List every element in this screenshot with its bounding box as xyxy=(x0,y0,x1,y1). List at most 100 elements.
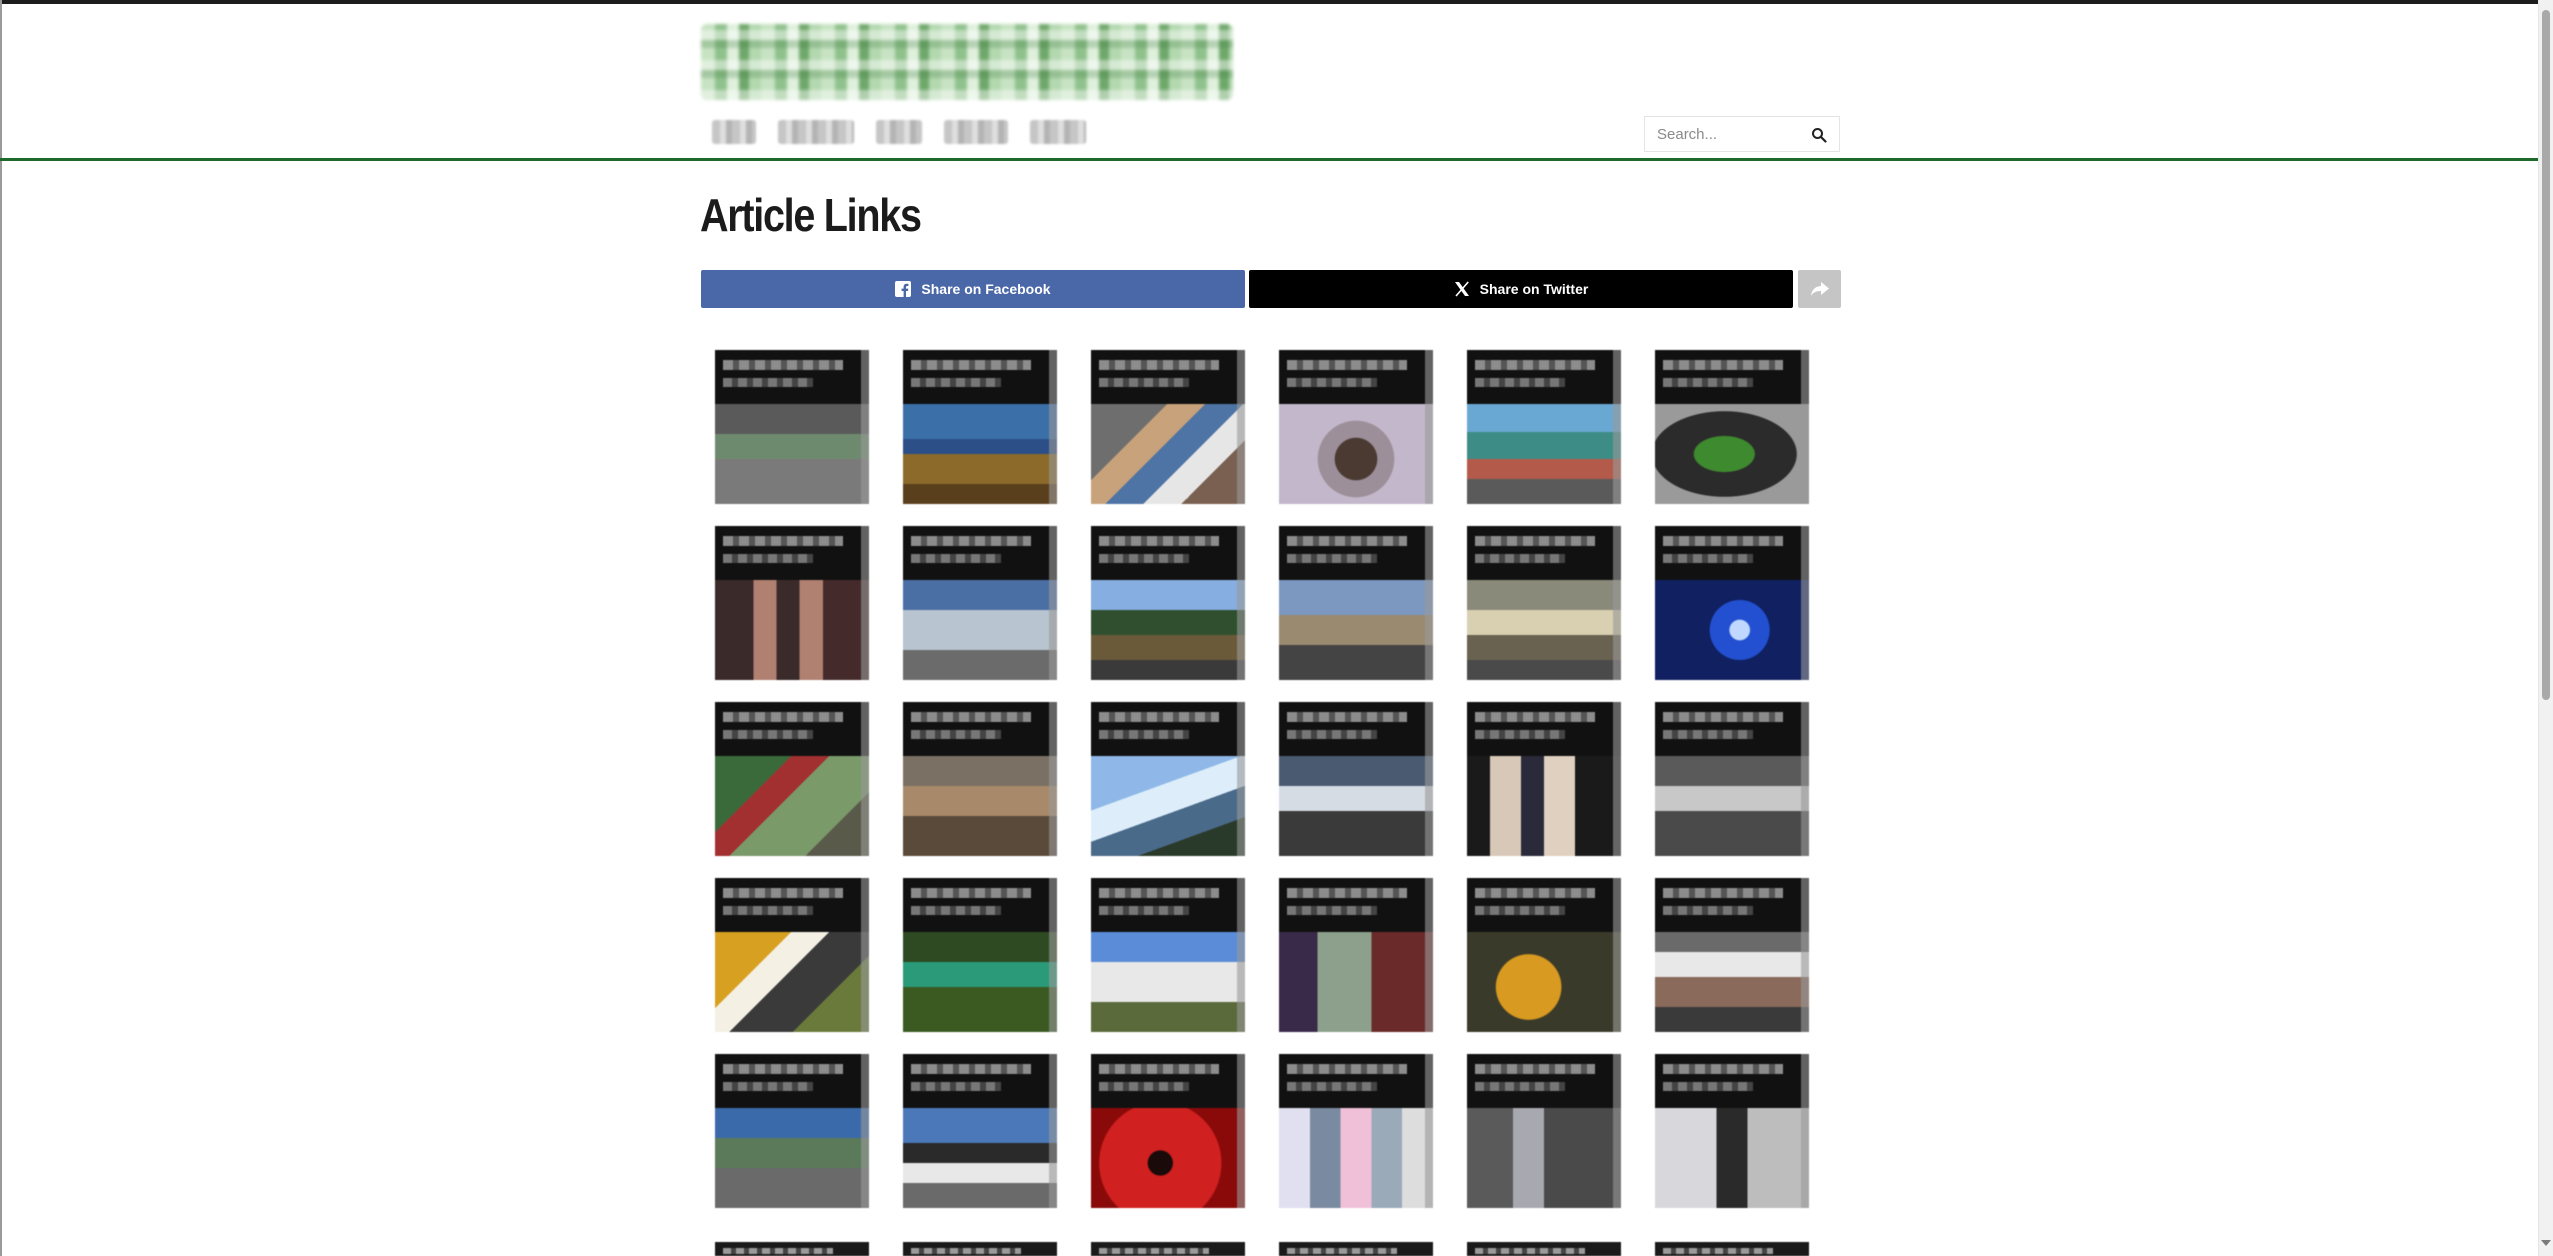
article-thumbnail[interactable] xyxy=(1655,350,1809,504)
article-thumbnail[interactable] xyxy=(1467,1242,1621,1256)
thumbnail-image xyxy=(1467,756,1621,856)
thumbnail-edge xyxy=(1425,526,1433,680)
thumbnail-edge xyxy=(861,350,869,504)
article-thumbnail[interactable] xyxy=(715,1054,869,1208)
thumbnail-caption xyxy=(1467,878,1621,932)
nav-item-3[interactable] xyxy=(876,120,922,144)
site-logo[interactable] xyxy=(701,24,1233,100)
share-arrow-icon xyxy=(1810,282,1829,296)
article-thumbnail[interactable] xyxy=(903,1054,1057,1208)
thumbnail-caption xyxy=(1279,350,1433,404)
thumbnail-image xyxy=(1091,580,1245,680)
thumbnail-caption xyxy=(715,702,869,756)
thumbnail-image xyxy=(903,1108,1057,1208)
article-thumbnail[interactable] xyxy=(1467,350,1621,504)
thumbnail-caption xyxy=(1467,702,1621,756)
thumbnail-image xyxy=(903,404,1057,504)
article-thumbnail[interactable] xyxy=(903,1242,1057,1256)
nav-item-1[interactable] xyxy=(712,120,756,144)
article-thumbnail[interactable] xyxy=(715,702,869,856)
share-facebook-label: Share on Facebook xyxy=(921,281,1051,297)
thumbnail-caption xyxy=(1091,350,1245,404)
thumbnail-caption xyxy=(903,1054,1057,1108)
thumbnail-image xyxy=(1091,932,1245,1032)
article-thumbnail[interactable] xyxy=(903,878,1057,1032)
thumbnail-caption xyxy=(1091,526,1245,580)
article-thumbnail[interactable] xyxy=(1091,702,1245,856)
nav-item-5[interactable] xyxy=(1030,120,1086,144)
thumbnail-caption xyxy=(1091,702,1245,756)
nav-item-4[interactable] xyxy=(944,120,1008,144)
browser-top-border xyxy=(0,0,2553,4)
article-thumbnail[interactable] xyxy=(1655,526,1809,680)
article-thumbnail[interactable] xyxy=(903,526,1057,680)
thumbnail-image xyxy=(1467,404,1621,504)
page-title: Article Links xyxy=(700,189,922,241)
article-thumbnail[interactable] xyxy=(1655,1054,1809,1208)
article-thumbnail[interactable] xyxy=(1091,526,1245,680)
thumbnail-edge xyxy=(1425,702,1433,856)
share-facebook-button[interactable]: Share on Facebook xyxy=(701,270,1245,308)
article-thumbnail[interactable] xyxy=(1279,1242,1433,1256)
article-thumbnail[interactable] xyxy=(1467,526,1621,680)
thumbnail-edge xyxy=(1049,526,1057,680)
article-thumbnail[interactable] xyxy=(1279,702,1433,856)
nav-item-2[interactable] xyxy=(778,120,854,144)
thumbnail-caption xyxy=(1279,878,1433,932)
thumbnail-caption xyxy=(715,350,869,404)
article-thumbnail[interactable] xyxy=(1091,1242,1245,1256)
article-thumbnail[interactable] xyxy=(903,702,1057,856)
article-thumbnail[interactable] xyxy=(715,878,869,1032)
article-thumbnail[interactable] xyxy=(715,1242,869,1256)
share-twitter-label: Share on Twitter xyxy=(1479,281,1589,297)
thumbnail-image xyxy=(1655,932,1809,1032)
article-thumbnail[interactable] xyxy=(1091,1054,1245,1208)
article-thumbnail[interactable] xyxy=(1279,878,1433,1032)
article-thumbnail[interactable] xyxy=(1279,526,1433,680)
article-thumbnail[interactable] xyxy=(715,350,869,504)
thumbnail-edge xyxy=(1049,350,1057,504)
thumbnail-caption xyxy=(1655,702,1809,756)
article-thumbnail[interactable] xyxy=(1467,878,1621,1032)
thumbnail-image xyxy=(1279,756,1433,856)
thumbnail-edge xyxy=(1049,702,1057,856)
article-thumbnail[interactable] xyxy=(1467,1054,1621,1208)
article-thumbnail[interactable] xyxy=(1279,1054,1433,1208)
main-nav xyxy=(712,120,1086,144)
thumbnail-edge xyxy=(1237,1054,1245,1208)
thumbnail-caption xyxy=(1467,1054,1621,1108)
article-thumbnail[interactable] xyxy=(1279,350,1433,504)
search-icon[interactable] xyxy=(1811,127,1827,143)
thumbnail-image xyxy=(903,756,1057,856)
thumbnail-caption xyxy=(903,526,1057,580)
scroll-down-arrow-icon[interactable] xyxy=(2541,1240,2551,1246)
thumbnail-caption xyxy=(1655,1054,1809,1108)
thumbnail-image xyxy=(1091,756,1245,856)
thumbnail-edge xyxy=(1613,702,1621,856)
thumbnail-edge xyxy=(1425,1054,1433,1208)
thumbnail-edge xyxy=(1613,350,1621,504)
article-thumbnail[interactable] xyxy=(715,526,869,680)
article-thumbnail[interactable] xyxy=(903,350,1057,504)
thumbnail-caption xyxy=(903,878,1057,932)
article-thumbnail[interactable] xyxy=(1091,878,1245,1032)
thumbnail-edge xyxy=(1049,878,1057,1032)
article-thumbnail-row-partial xyxy=(715,1242,1835,1256)
thumbnail-image xyxy=(1279,1108,1433,1208)
thumbnail-image xyxy=(715,932,869,1032)
thumbnail-caption xyxy=(1467,350,1621,404)
page-scrollbar-thumb[interactable] xyxy=(2542,10,2550,700)
thumbnail-caption xyxy=(1655,878,1809,932)
thumbnail-image xyxy=(1467,580,1621,680)
article-thumbnail[interactable] xyxy=(1091,350,1245,504)
share-twitter-button[interactable]: Share on Twitter xyxy=(1249,270,1793,308)
thumbnail-image xyxy=(903,932,1057,1032)
article-thumbnail[interactable] xyxy=(1655,878,1809,1032)
thumbnail-image xyxy=(1279,404,1433,504)
article-thumbnail[interactable] xyxy=(1655,702,1809,856)
article-thumbnail[interactable] xyxy=(1655,1242,1809,1256)
thumbnail-edge xyxy=(1237,878,1245,1032)
article-thumbnail[interactable] xyxy=(1467,702,1621,856)
search-input[interactable] xyxy=(1657,124,1807,144)
share-more-button[interactable] xyxy=(1798,270,1841,308)
